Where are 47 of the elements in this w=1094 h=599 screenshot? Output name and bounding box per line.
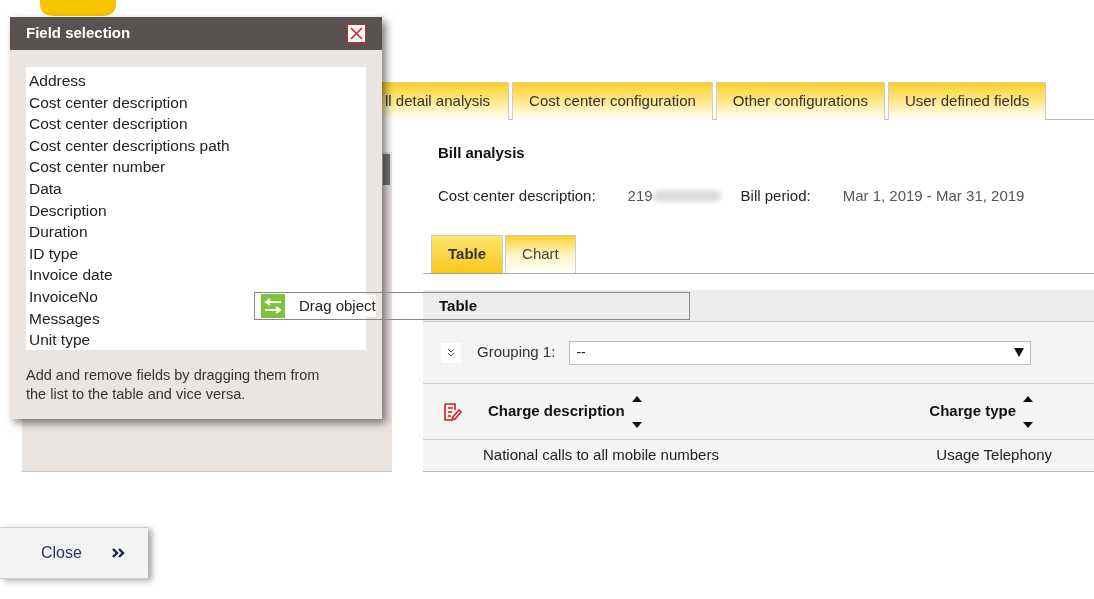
view-tab[interactable]: Chart: [505, 235, 576, 273]
field-list-item[interactable]: Unit type: [29, 329, 91, 351]
field-list-item[interactable]: Cost center number: [29, 156, 166, 178]
nav-tab[interactable]: Cost center configuration: [512, 82, 713, 120]
grouping-select[interactable]: --: [569, 340, 1032, 365]
close-bar[interactable]: Close: [0, 527, 148, 579]
dialog-title: Field selection: [26, 23, 131, 44]
field-label: Bill period:: [740, 185, 811, 206]
panel-title: Table: [439, 295, 478, 316]
field-list-item[interactable]: Description: [29, 199, 107, 222]
chevrons-icon: [447, 347, 455, 358]
dropdown-arrow-icon: [1014, 348, 1025, 357]
close-icon: [350, 27, 363, 40]
field-list-item[interactable]: InvoiceNo: [29, 285, 98, 308]
field-label: Cost center description:: [438, 185, 596, 206]
drag-label: Drag object: [299, 294, 376, 318]
sort-icon[interactable]: [1022, 394, 1034, 429]
scrollbar-thumb[interactable]: [383, 154, 390, 185]
swap-arrows-icon: [261, 294, 285, 318]
logo-icon: [40, 0, 116, 16]
section-title: Bill analysis: [438, 143, 526, 163]
nav-tab[interactable]: Other configurations: [715, 82, 885, 120]
edit-list-icon[interactable]: [443, 401, 463, 422]
field-value: 219: [627, 185, 653, 206]
field-list-item[interactable]: Address: [29, 70, 86, 92]
close-button[interactable]: [347, 24, 366, 43]
nav-tab[interactable]: User defined fields: [887, 82, 1047, 120]
view-tab[interactable]: Table: [431, 235, 504, 273]
sort-icon[interactable]: [630, 394, 643, 429]
double-chevron-icon: [111, 548, 126, 558]
field-list-item[interactable]: Data: [29, 177, 62, 200]
field-list-item[interactable]: Duration: [29, 221, 88, 243]
column-header[interactable]: Charge type: [929, 400, 1016, 423]
field-value: Mar 1, 2019 - Mar 31, 2019: [842, 185, 1025, 206]
field-list-item[interactable]: Cost center description: [29, 113, 188, 135]
help-text: Add and remove fields by dragging them from the list to the table and vice versa.: [26, 366, 321, 404]
table-cell-text: National calls to all mobile numbers: [483, 445, 719, 466]
grouping-label: Grouping 1:: [477, 342, 556, 363]
expand-toggle[interactable]: [441, 342, 461, 363]
field-list-item[interactable]: Cost center descriptions path: [29, 134, 230, 157]
field-list-item[interactable]: Invoice date: [29, 264, 113, 286]
field-list-item[interactable]: ID type: [29, 242, 79, 265]
column-header[interactable]: Charge description: [488, 400, 625, 423]
table-cell-text: Usage Telephony: [936, 445, 1052, 466]
redacted-blur: [652, 189, 721, 202]
field-list-item[interactable]: Cost center description: [29, 91, 188, 114]
field-list-item[interactable]: Messages: [29, 307, 100, 330]
